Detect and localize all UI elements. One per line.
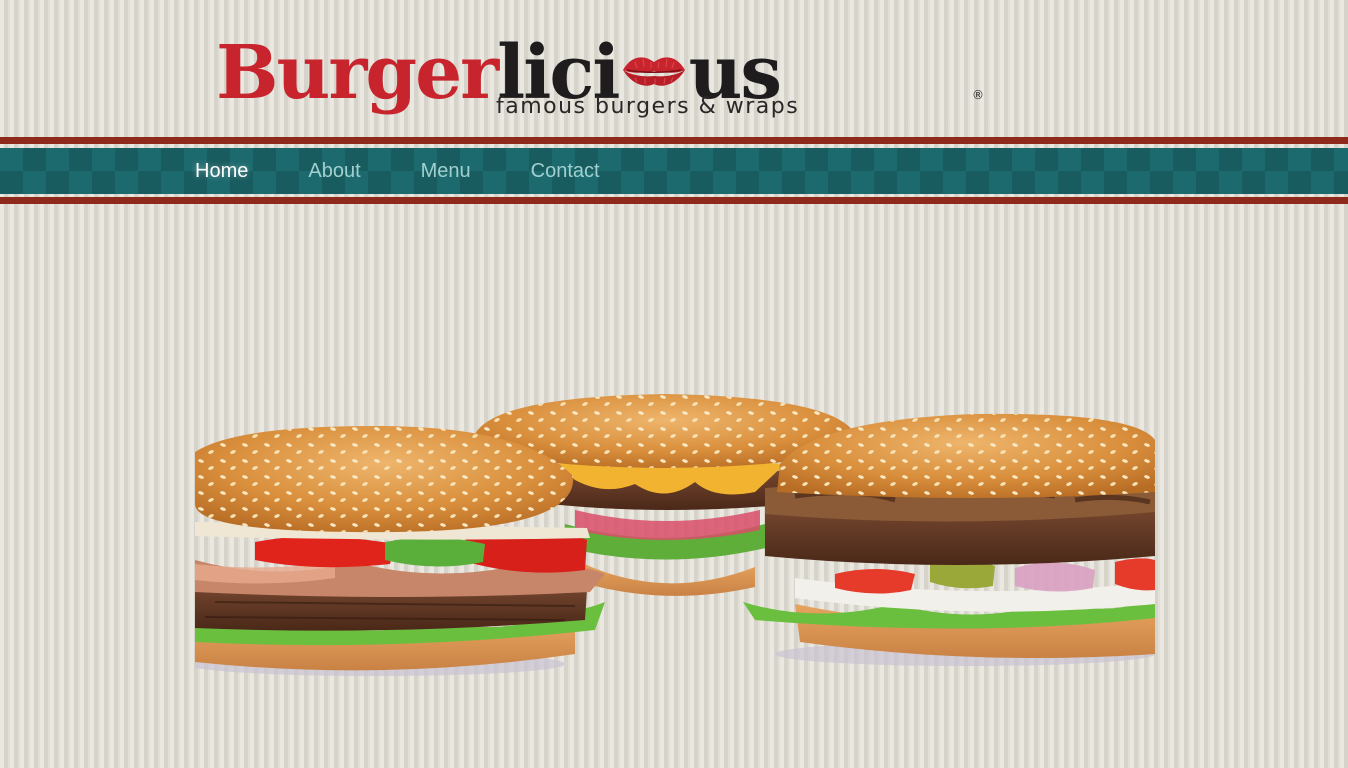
nav-bottom-stripe [0,197,1348,204]
nav-item-home[interactable]: Home [195,160,248,183]
hero-burgers-image [195,392,1155,682]
nav-item-contact[interactable]: Contact [531,160,600,183]
nav-item-menu[interactable]: Menu [421,160,471,183]
nav-list: Home About Menu Contact [195,148,660,194]
brand-name-part1: Burger [216,30,499,116]
registered-mark: ® [972,88,984,102]
brand-logo[interactable]: Burgerlici us famous burgers & wraps ® [216,28,996,128]
brand-tagline: famous burgers & wraps [496,94,800,119]
nav-item-about[interactable]: About [308,160,360,183]
right-burger [743,413,1155,658]
nav-top-stripe [0,137,1348,144]
main-navigation: Home About Menu Contact [0,148,1348,194]
left-burger [195,426,605,671]
lips-kiss-icon [621,50,687,90]
